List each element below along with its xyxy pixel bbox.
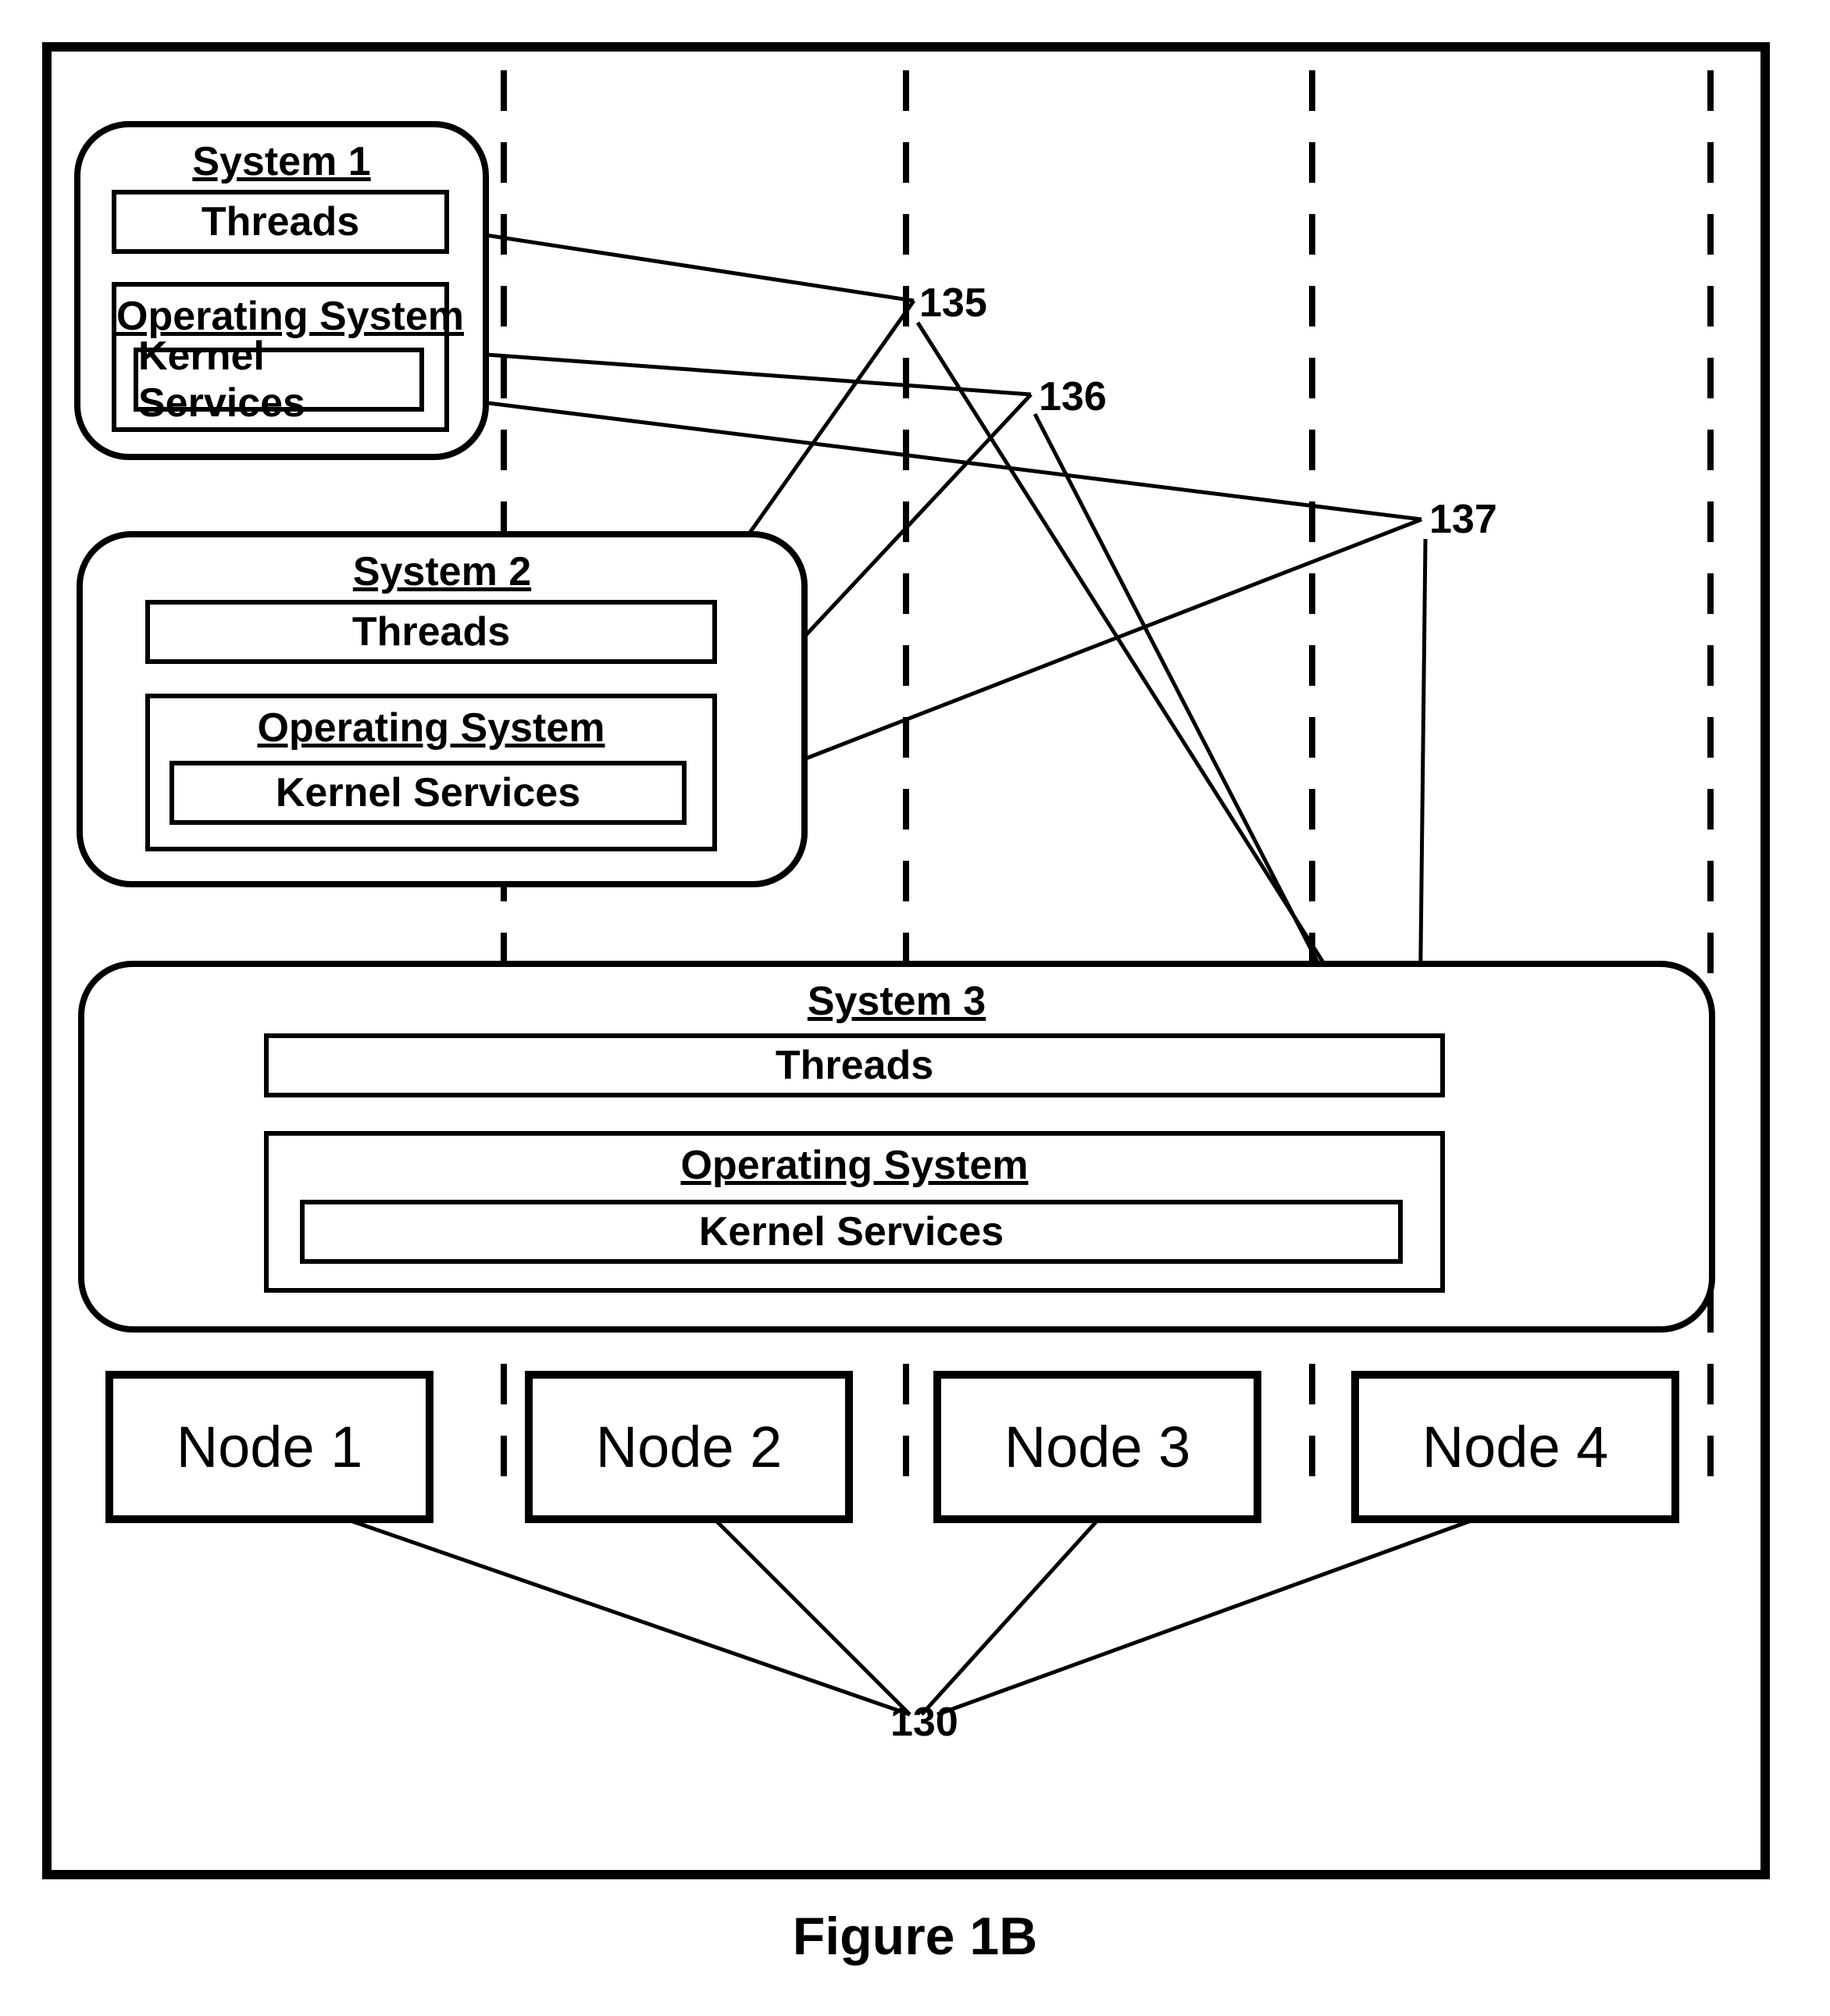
ref-130: 130 — [890, 1699, 958, 1746]
system-2-os-title: Operating System — [150, 705, 712, 751]
system-1-threads: Threads — [112, 190, 449, 254]
ref-137: 137 — [1429, 496, 1497, 543]
system-3-threads: Threads — [264, 1033, 1445, 1097]
system-1-kernel: Kernel Services — [134, 348, 424, 412]
system-2-os-box: Operating System Kernel Services — [145, 694, 717, 851]
ref-136: 136 — [1039, 373, 1107, 420]
system-3-os-title: Operating System — [269, 1142, 1440, 1189]
system-2-kernel: Kernel Services — [169, 761, 687, 825]
system-2-box: System 2 Threads Operating System Kernel… — [77, 531, 808, 887]
system-1-title: System 1 — [80, 138, 483, 185]
system-1-box: System 1 Threads Operating System Kernel… — [74, 121, 489, 460]
node-1: Node 1 — [105, 1371, 433, 1523]
node-4: Node 4 — [1351, 1371, 1679, 1523]
system-3-title: System 3 — [84, 978, 1709, 1025]
system-3-box: System 3 Threads Operating System Kernel… — [78, 961, 1715, 1333]
system-3-os-box: Operating System Kernel Services — [264, 1131, 1445, 1293]
system-2-threads: Threads — [145, 600, 717, 664]
figure-1b: System 1 Threads Operating System Kernel… — [0, 0, 1830, 2016]
system-3-kernel: Kernel Services — [300, 1200, 1403, 1264]
node-2: Node 2 — [525, 1371, 853, 1523]
system-2-title: System 2 — [83, 548, 801, 595]
node-3: Node 3 — [933, 1371, 1261, 1523]
system-1-os-box: Operating System Kernel Services — [112, 282, 449, 432]
ref-135: 135 — [919, 280, 987, 326]
figure-caption: Figure 1B — [0, 1906, 1830, 1967]
